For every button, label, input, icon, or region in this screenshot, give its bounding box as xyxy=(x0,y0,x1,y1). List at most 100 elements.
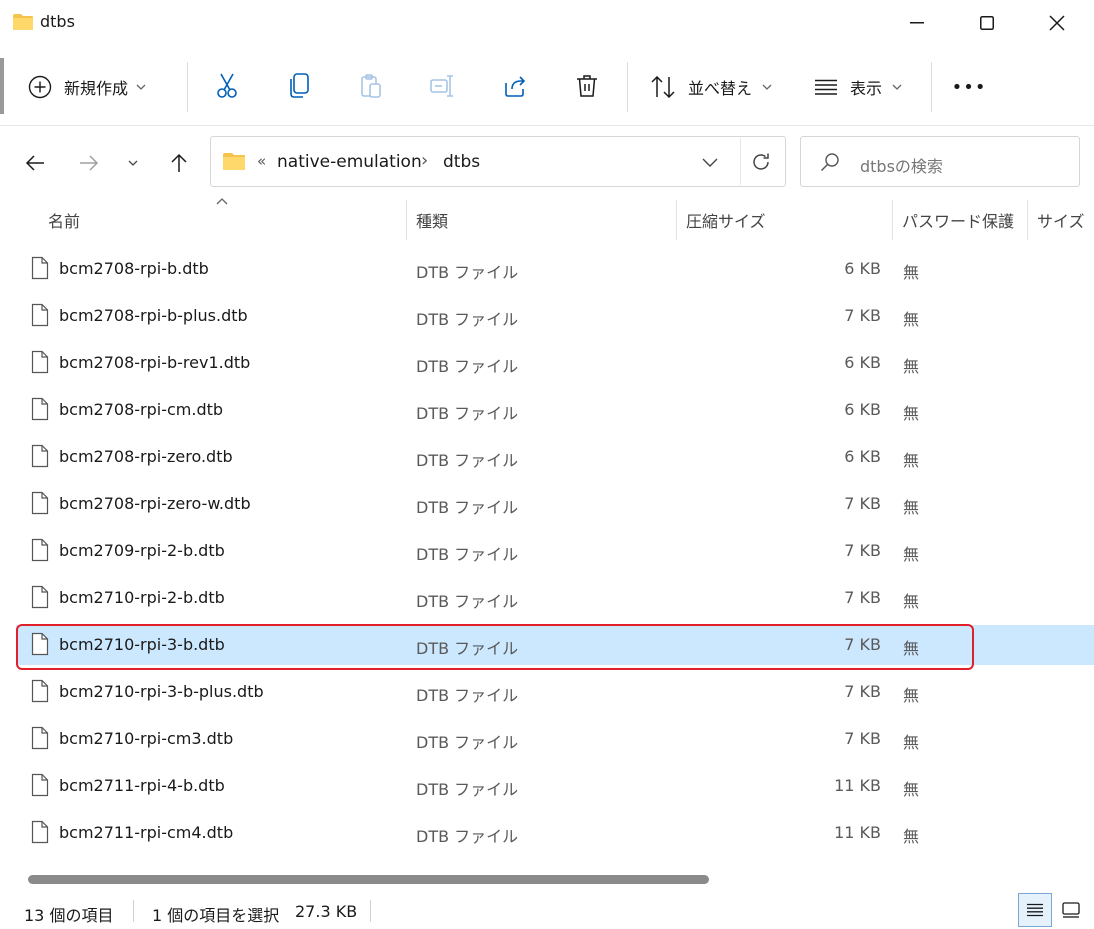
file-password-protected: 無 xyxy=(903,451,920,470)
status-divider xyxy=(133,900,134,922)
file-type: DTB ファイル xyxy=(416,827,519,846)
file-row[interactable]: bcm2708-rpi-cm.dtb DTB ファイル 6 KB 無 xyxy=(16,390,1094,430)
column-header-password[interactable]: パスワード保護 xyxy=(902,208,1014,234)
file-type: DTB ファイル xyxy=(416,498,519,517)
file-icon xyxy=(31,773,49,797)
file-row[interactable]: bcm2710-rpi-cm3.dtb DTB ファイル 7 KB 無 xyxy=(16,719,1094,759)
folder-icon xyxy=(222,152,246,171)
file-icon xyxy=(31,538,49,562)
file-name: bcm2708-rpi-b-rev1.dtb xyxy=(59,353,251,372)
breadcrumb-dtbs[interactable]: dtbs xyxy=(443,152,480,172)
toolbar-divider xyxy=(931,62,932,112)
file-name: bcm2711-rpi-4-b.dtb xyxy=(59,776,225,795)
close-icon xyxy=(1049,15,1065,31)
file-row[interactable]: bcm2708-rpi-b-plus.dtb DTB ファイル 7 KB 無 xyxy=(16,296,1094,336)
plus-circle-icon xyxy=(28,75,52,99)
refresh-icon xyxy=(751,152,771,172)
address-history-button[interactable] xyxy=(698,152,722,172)
paste-button[interactable] xyxy=(354,70,388,102)
view-lines-icon xyxy=(814,79,838,95)
copy-icon xyxy=(288,73,310,99)
clipboard-icon xyxy=(359,73,383,99)
file-row[interactable]: bcm2708-rpi-b.dtb DTB ファイル 6 KB 無 xyxy=(16,249,1094,289)
view-button-label: 表示 xyxy=(850,79,883,98)
file-row[interactable]: bcm2710-rpi-2-b.dtb DTB ファイル 7 KB 無 xyxy=(16,578,1094,618)
file-icon xyxy=(31,491,49,515)
file-compressed-size: 7 KB xyxy=(844,588,881,607)
tiles-view-icon xyxy=(1062,902,1080,918)
chevron-down-icon xyxy=(136,84,146,90)
refresh-button[interactable] xyxy=(749,150,773,174)
file-type: DTB ファイル xyxy=(416,263,519,282)
file-password-protected: 無 xyxy=(903,686,920,705)
close-button[interactable] xyxy=(1022,0,1092,46)
window-edge xyxy=(0,58,4,114)
file-name: bcm2710-rpi-2-b.dtb xyxy=(59,588,225,607)
file-row[interactable]: bcm2709-rpi-2-b.dtb DTB ファイル 7 KB 無 xyxy=(16,531,1094,571)
file-icon xyxy=(31,820,49,844)
cut-button[interactable] xyxy=(210,70,244,102)
file-type: DTB ファイル xyxy=(416,733,519,752)
column-header-name[interactable]: 名前 xyxy=(48,208,80,234)
column-header-compressed-size[interactable]: 圧縮サイズ xyxy=(686,208,766,234)
file-icon xyxy=(31,726,49,750)
column-separator[interactable] xyxy=(892,200,893,240)
file-name: bcm2709-rpi-2-b.dtb xyxy=(59,541,225,560)
file-password-protected: 無 xyxy=(903,780,920,799)
file-row[interactable]: bcm2708-rpi-b-rev1.dtb DTB ファイル 6 KB 無 xyxy=(16,343,1094,383)
arrow-left-icon xyxy=(25,154,45,172)
new-button[interactable]: 新規作成 xyxy=(28,72,146,102)
view-button[interactable]: 表示 xyxy=(814,72,902,102)
column-separator[interactable] xyxy=(1027,200,1028,240)
forward-button[interactable] xyxy=(74,148,104,178)
search-icon xyxy=(820,152,840,172)
rename-icon xyxy=(430,74,456,98)
file-compressed-size: 7 KB xyxy=(844,729,881,748)
file-password-protected: 無 xyxy=(903,357,920,376)
sort-button[interactable]: 並べ替え xyxy=(650,72,772,102)
recent-locations-button[interactable] xyxy=(118,148,148,178)
breadcrumb-native-emulation[interactable]: native-emulation xyxy=(277,152,422,172)
window-title: dtbs xyxy=(40,12,75,31)
up-button[interactable] xyxy=(164,148,194,178)
file-compressed-size: 6 KB xyxy=(844,353,881,372)
tiles-view-button[interactable] xyxy=(1054,893,1088,927)
file-type: DTB ファイル xyxy=(416,357,519,376)
command-bar xyxy=(0,46,1094,126)
file-compressed-size: 7 KB xyxy=(844,541,881,560)
more-options-button[interactable]: ••• xyxy=(952,72,986,102)
address-overflow[interactable]: « xyxy=(257,152,266,170)
file-icon xyxy=(31,585,49,609)
file-row[interactable]: bcm2708-rpi-zero-w.dtb DTB ファイル 7 KB 無 xyxy=(16,484,1094,524)
share-button[interactable] xyxy=(498,70,532,102)
details-view-icon xyxy=(1026,903,1044,917)
column-separator[interactable] xyxy=(406,200,407,240)
horizontal-scrollbar-thumb[interactable] xyxy=(28,875,709,884)
file-type: DTB ファイル xyxy=(416,310,519,329)
file-type: DTB ファイル xyxy=(416,545,519,564)
file-type: DTB ファイル xyxy=(416,404,519,423)
column-header-type[interactable]: 種類 xyxy=(416,208,448,234)
file-row[interactable]: bcm2711-rpi-4-b.dtb DTB ファイル 11 KB 無 xyxy=(16,766,1094,806)
file-row[interactable]: bcm2711-rpi-cm4.dtb DTB ファイル 11 KB 無 xyxy=(16,813,1094,853)
file-row[interactable]: bcm2708-rpi-zero.dtb DTB ファイル 6 KB 無 xyxy=(16,437,1094,477)
details-view-button[interactable] xyxy=(1018,893,1052,927)
file-compressed-size: 11 KB xyxy=(834,823,881,842)
chevron-down-icon xyxy=(892,84,902,90)
minimize-button[interactable] xyxy=(882,0,952,46)
copy-button[interactable] xyxy=(282,70,316,102)
share-icon xyxy=(503,74,527,98)
delete-button[interactable] xyxy=(570,70,604,102)
status-selection: 1 個の項目を選択 xyxy=(152,906,280,925)
search-placeholder: dtbsの検索 xyxy=(860,157,943,176)
file-name: bcm2708-rpi-cm.dtb xyxy=(59,400,224,419)
maximize-button[interactable] xyxy=(952,0,1022,46)
file-type: DTB ファイル xyxy=(416,686,519,705)
column-header-size[interactable]: サイズ xyxy=(1037,208,1085,234)
rename-button[interactable] xyxy=(426,70,460,102)
file-password-protected: 無 xyxy=(903,498,920,517)
file-password-protected: 無 xyxy=(903,263,920,282)
column-separator[interactable] xyxy=(676,200,677,240)
file-row[interactable]: bcm2710-rpi-3-b-plus.dtb DTB ファイル 7 KB 無 xyxy=(16,672,1094,712)
back-button[interactable] xyxy=(20,148,50,178)
